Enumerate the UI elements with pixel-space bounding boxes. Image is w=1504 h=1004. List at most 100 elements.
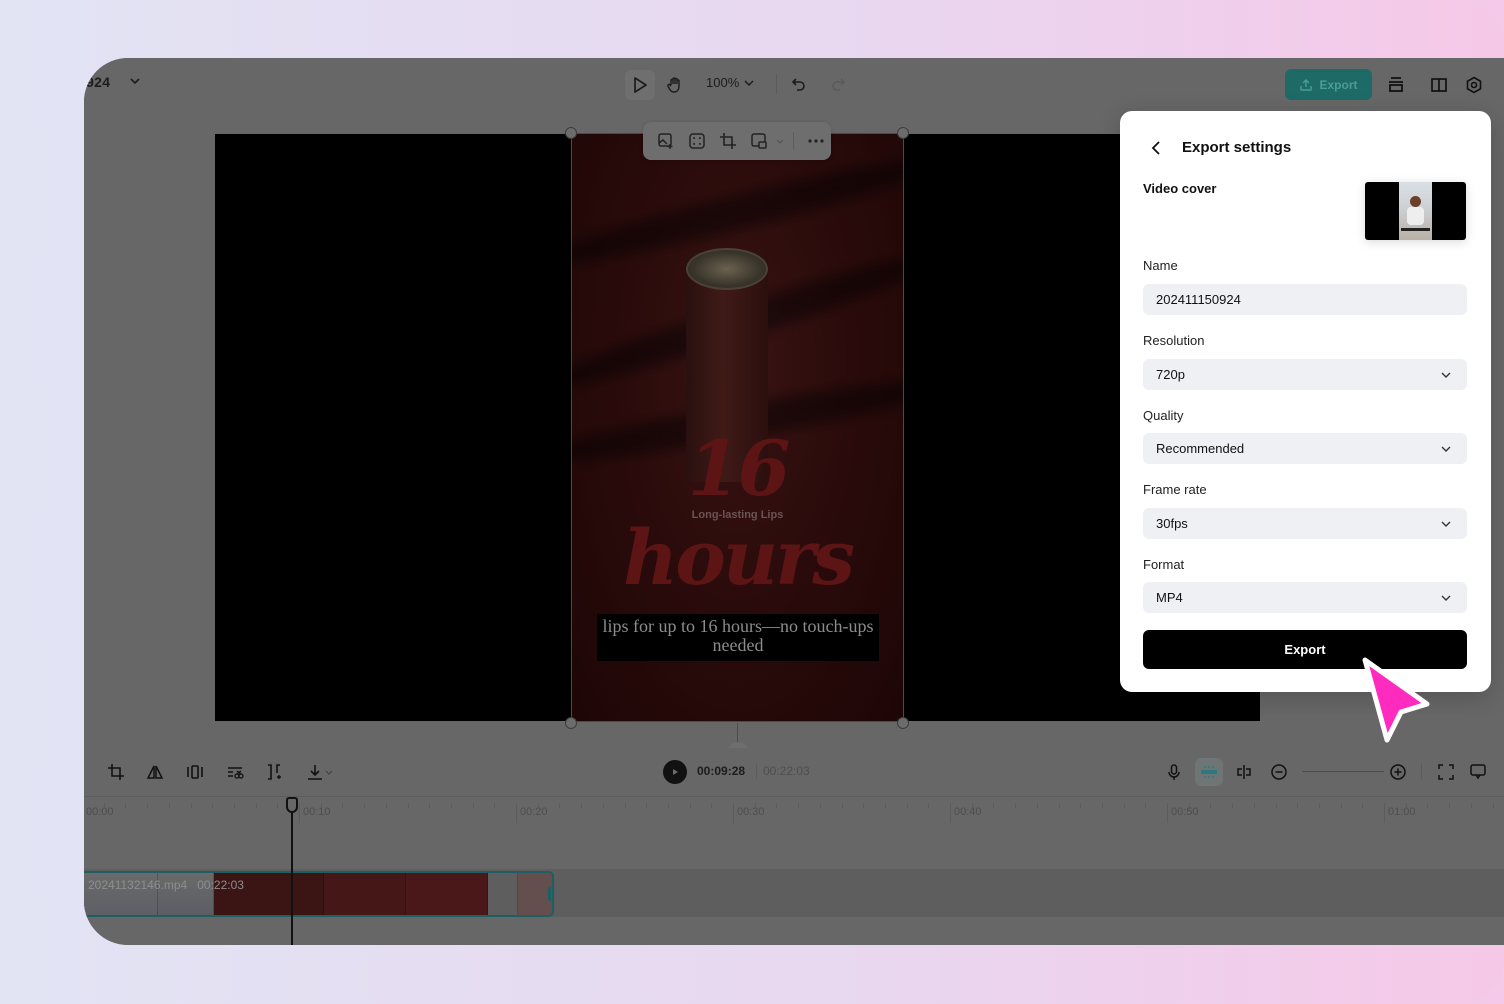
chevron-down-icon[interactable] — [128, 74, 142, 88]
playhead-handle[interactable] — [286, 797, 298, 813]
ruler-minor-tick — [450, 803, 452, 808]
zoom-out-button[interactable] — [1265, 758, 1293, 786]
total-time: 00:22:03 — [763, 764, 810, 778]
resize-handle-bottom-right[interactable] — [897, 717, 909, 729]
resize-handle-bottom-left[interactable] — [565, 717, 577, 729]
play-button[interactable] — [663, 760, 687, 784]
format-select[interactable]: MP4 — [1143, 582, 1467, 613]
quality-select[interactable]: Recommended — [1143, 433, 1467, 464]
ruler-minor-tick — [993, 803, 995, 808]
ruler-minor-tick — [1080, 803, 1082, 808]
fit-frame-button[interactable] — [682, 126, 711, 156]
name-input[interactable]: 202411150924 — [1143, 284, 1467, 315]
microphone-button[interactable] — [1160, 758, 1188, 786]
redo-icon — [832, 78, 846, 91]
export-top-button[interactable]: Export — [1285, 69, 1372, 100]
ruler-minor-tick — [602, 803, 604, 808]
video-preview-clip[interactable]: 16 hours Long-lasting Lips lips for up t… — [571, 133, 904, 722]
divider — [756, 763, 757, 779]
hand-tool-button[interactable] — [660, 70, 690, 100]
playhead[interactable] — [291, 797, 293, 945]
ruler-minor-tick — [863, 803, 865, 808]
layout-panel-button[interactable] — [1424, 70, 1454, 100]
snap-icon — [1201, 766, 1217, 778]
fullscreen-icon — [1438, 764, 1454, 780]
ruler-minor-tick — [1275, 803, 1277, 808]
clip-trim-handle[interactable] — [548, 887, 551, 901]
preview-caption[interactable]: lips for up to 16 hours—no touch-ups nee… — [597, 614, 879, 661]
chevron-down-icon — [1441, 521, 1451, 527]
resolution-value: 720p — [1156, 367, 1185, 382]
layers-button[interactable] — [1381, 70, 1411, 100]
ruler-minor-tick — [819, 803, 821, 808]
video-cover-thumbnail[interactable] — [1365, 182, 1466, 240]
split-align-button[interactable] — [1230, 758, 1258, 786]
resize-handle-top-right[interactable] — [897, 127, 909, 139]
timeline-zoom-slider[interactable] — [1302, 771, 1384, 772]
ruler-minor-tick — [776, 803, 778, 808]
divider — [776, 74, 777, 94]
fullscreen-button[interactable] — [1432, 758, 1460, 786]
download-dropdown-button[interactable] — [300, 758, 340, 786]
ruler-minor-tick — [385, 803, 387, 808]
more-options-button[interactable] — [802, 126, 831, 156]
crop-button[interactable] — [713, 126, 742, 156]
crop-icon — [108, 764, 124, 780]
divider — [792, 132, 794, 150]
resolution-select[interactable]: 720p — [1143, 359, 1467, 390]
export-top-label: Export — [1319, 77, 1358, 92]
ruler-minor-tick — [1297, 803, 1299, 808]
rotate-handle-line — [737, 723, 738, 743]
ruler-minor-tick — [277, 803, 279, 808]
settings-button[interactable] — [1459, 70, 1489, 100]
ruler-minor-tick — [928, 803, 930, 808]
name-label: Name — [1143, 258, 1178, 273]
undo-icon — [791, 78, 805, 91]
ruler-minor-tick — [429, 803, 431, 808]
pointer-icon — [634, 77, 647, 93]
crop-tool-button[interactable] — [102, 758, 130, 786]
cover-image — [1399, 182, 1432, 240]
zoom-level-value: 100% — [706, 75, 740, 90]
back-chevron-icon[interactable] — [1148, 139, 1166, 157]
chevron-down-icon[interactable] — [775, 136, 785, 146]
mouse-pointer-icon — [1362, 657, 1430, 743]
project-name[interactable]: 0924 — [84, 74, 110, 90]
ruler-minor-tick — [1253, 803, 1255, 808]
ruler-minor-tick — [1449, 803, 1451, 808]
magnet-snap-toggle[interactable] — [1195, 758, 1223, 786]
ruler-minor-tick — [906, 803, 908, 808]
ruler-minor-tick — [1123, 803, 1125, 808]
resize-handle-top-left[interactable] — [565, 127, 577, 139]
timeline[interactable]: 00:00 00:10 00:20 00:30 00:40 00:50 01:00 2024… — [84, 796, 1504, 945]
ruler-minor-tick — [212, 803, 214, 808]
remove-background-button[interactable] — [221, 758, 249, 786]
ruler-minor-tick — [320, 803, 322, 808]
smart-cut-button[interactable] — [260, 758, 288, 786]
upload-icon — [1300, 78, 1313, 91]
plus-circle-icon — [1390, 764, 1406, 780]
replace-media-button[interactable] — [651, 126, 680, 156]
chevron-down-icon — [1441, 595, 1451, 601]
picture-in-picture-button[interactable] — [744, 126, 773, 156]
mirror-button[interactable] — [141, 758, 169, 786]
ruler-minor-tick — [190, 803, 192, 808]
redo-button[interactable] — [823, 70, 853, 100]
timeline-clip[interactable]: 20241132146.mp4 00:22:03 — [84, 871, 554, 917]
download-icon — [308, 765, 322, 780]
ruler-minor-tick — [1145, 803, 1147, 808]
clip-label: 20241132146.mp4 00:22:03 — [88, 878, 244, 892]
ruler-minor-tick — [711, 803, 713, 808]
zoom-in-button[interactable] — [1384, 758, 1412, 786]
trim-sparkle-icon — [268, 764, 281, 780]
select-tool-button[interactable] — [625, 70, 655, 100]
ruler-major-tick — [516, 803, 517, 823]
frame-rate-select[interactable]: 30fps — [1143, 508, 1467, 539]
ruler-tick-label: 00:20 — [520, 806, 548, 818]
undo-button[interactable] — [784, 70, 814, 100]
preview-subline: Long-lasting Lips — [691, 509, 784, 521]
comment-button[interactable] — [1464, 758, 1492, 786]
split-button[interactable] — [181, 758, 209, 786]
ruler-major-tick — [950, 803, 951, 823]
zoom-level-dropdown[interactable]: 100% — [706, 75, 755, 90]
